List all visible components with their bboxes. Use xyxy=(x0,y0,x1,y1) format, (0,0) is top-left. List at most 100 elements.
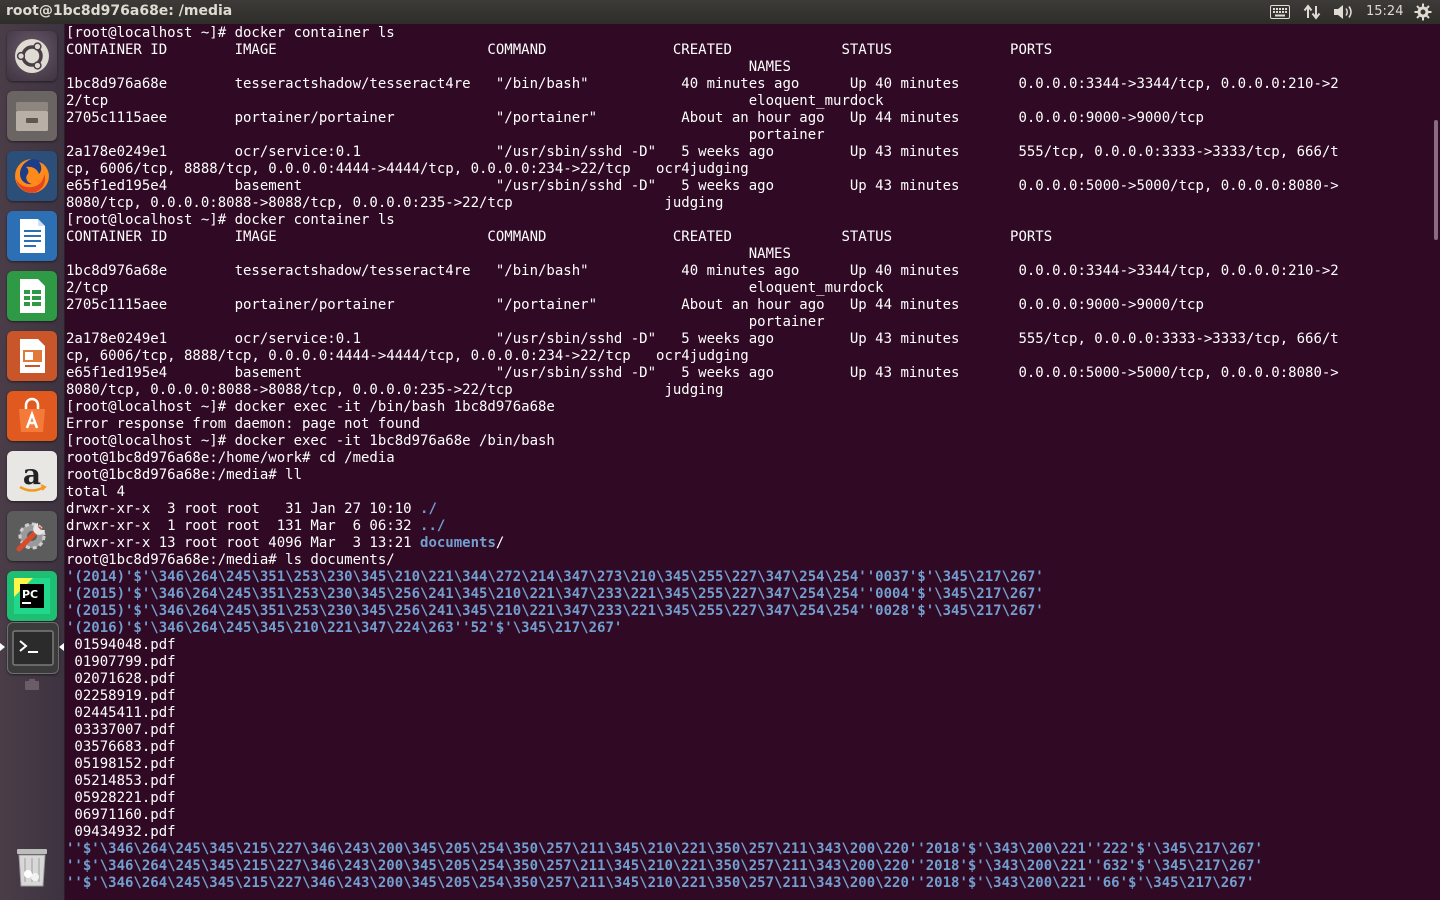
terminal-line: 1bc8d976a68e tesseractshadow/tesseract4r… xyxy=(66,263,1432,280)
launcher-system-settings[interactable] xyxy=(7,511,57,561)
terminal-line-text: 2a178e0249e1 ocr/service:0.1 "/usr/sbin/… xyxy=(66,144,1339,160)
directory-entry: ''$'\346\264\245\345\215\227\346\243\200… xyxy=(66,858,1263,874)
pycharm-icon: PC xyxy=(14,578,50,614)
directory-entry: '(2015)'$'\346\264\245\351\253\230\345\2… xyxy=(66,603,1044,619)
terminal-focused-indicator xyxy=(59,643,64,651)
settings-gear-icon[interactable] xyxy=(1412,0,1434,24)
window-title: root@1bc8d976a68e: /media xyxy=(6,3,233,19)
terminal-line: ''$'\346\264\245\345\215\227\346\243\200… xyxy=(66,875,1432,892)
terminal-line-text: portainer xyxy=(66,314,825,330)
launcher-ubuntu-software[interactable] xyxy=(7,391,57,441)
terminal-line: 01907799.pdf xyxy=(66,654,1432,671)
terminal-line-text: cp, 6006/tcp, 8888/tcp, 0.0.0.0:4444->44… xyxy=(66,348,749,364)
clock[interactable]: 15:24 xyxy=(1366,4,1403,19)
terminal-line-text: 2705c1115aee portainer/portainer "/porta… xyxy=(66,110,1204,126)
launcher-terminal[interactable] xyxy=(7,622,59,674)
terminal-line-text: 2705c1115aee portainer/portainer "/porta… xyxy=(66,297,1204,313)
terminal-line: ''$'\346\264\245\345\215\227\346\243\200… xyxy=(66,841,1432,858)
terminal-line: drwxr-xr-x 1 root root 131 Mar 6 06:32 .… xyxy=(66,518,1432,535)
terminal-line: e65f1ed195e4 basement "/usr/sbin/sshd -D… xyxy=(66,365,1432,382)
terminal-line: 03576683.pdf xyxy=(66,739,1432,756)
terminal-line-text: NAMES xyxy=(66,59,791,75)
terminal-line-text: 06971160.pdf xyxy=(66,807,176,823)
terminal-line: [root@localhost ~]# docker exec -it 1bc8… xyxy=(66,433,1432,450)
terminal-line-text: 02445411.pdf xyxy=(66,705,176,721)
terminal-line: 03337007.pdf xyxy=(66,722,1432,739)
directory-suffix: / xyxy=(495,535,505,551)
terminal-line-text: NAMES xyxy=(66,246,791,262)
launcher-firefox[interactable] xyxy=(7,151,57,201)
terminal-line-text: 1bc8d976a68e tesseractshadow/tesseract4r… xyxy=(66,76,1339,92)
terminal-line-text: 09434932.pdf xyxy=(66,824,176,840)
terminal-line-text: 2/tcp eloquent_murdock xyxy=(66,93,884,109)
directory-entry: '(2015)'$'\346\264\245\351\253\230\345\2… xyxy=(66,586,1044,602)
launcher-libreoffice-writer[interactable] xyxy=(7,211,57,261)
launcher-libreoffice-calc[interactable] xyxy=(7,271,57,321)
terminal-line: drwxr-xr-x 13 root root 4096 Mar 3 13:21… xyxy=(66,535,1432,552)
network-arrows-icon[interactable] xyxy=(1301,0,1323,24)
launcher-pycharm[interactable]: PC xyxy=(7,571,57,621)
terminal-line: e65f1ed195e4 basement "/usr/sbin/sshd -D… xyxy=(66,178,1432,195)
terminal-line-text: 02258919.pdf xyxy=(66,688,176,704)
software-bag-icon xyxy=(19,397,45,432)
terminal-line-text: 01594048.pdf xyxy=(66,637,176,653)
terminal-output[interactable]: [root@localhost ~]# docker container ls C… xyxy=(66,25,1432,900)
terminal-line-text: e65f1ed195e4 basement "/usr/sbin/sshd -D… xyxy=(66,365,1339,381)
amazon-icon: a xyxy=(19,458,47,492)
directory-entry: '(2014)'$'\346\264\245\351\253\230\345\2… xyxy=(66,569,1044,585)
launcher-ubuntu-dash[interactable] xyxy=(7,31,57,81)
launcher-files[interactable] xyxy=(7,91,57,141)
keyboard-icon[interactable] xyxy=(1268,0,1292,24)
terminal-line-text: 02071628.pdf xyxy=(66,671,176,687)
terminal-line-text: root@1bc8d976a68e:/media# ls documents/ xyxy=(66,552,395,568)
terminal-line: 09434932.pdf xyxy=(66,824,1432,841)
terminal-line: 2/tcp eloquent_murdock xyxy=(66,280,1432,297)
volume-icon[interactable] xyxy=(1332,0,1356,24)
terminal-line: root@1bc8d976a68e:/media# ll xyxy=(66,467,1432,484)
impress-presentation-icon xyxy=(20,339,45,373)
launcher-trash[interactable] xyxy=(7,841,57,891)
terminal-line: 05214853.pdf xyxy=(66,773,1432,790)
terminal-line: Error response from daemon: page not fou… xyxy=(66,416,1432,433)
terminal-line-text: 2a178e0249e1 ocr/service:0.1 "/usr/sbin/… xyxy=(66,331,1339,347)
terminal-line-text: root@1bc8d976a68e:/media# ll xyxy=(66,467,303,483)
launcher-amazon[interactable]: a xyxy=(7,451,57,501)
terminal-line: root@1bc8d976a68e:/media# ls documents/ xyxy=(66,552,1432,569)
terminal-line: 2a178e0249e1 ocr/service:0.1 "/usr/sbin/… xyxy=(66,331,1432,348)
workspace-icon xyxy=(24,676,40,690)
directory-entry: ../ xyxy=(420,518,446,534)
terminal-line: 05198152.pdf xyxy=(66,756,1432,773)
terminal-line-text: 8080/tcp, 0.0.0.0:8088->8088/tcp, 0.0.0.… xyxy=(66,195,724,211)
terminal-line-text: [root@localhost ~]# docker container ls xyxy=(66,25,395,41)
terminal-line: total 4 xyxy=(66,484,1432,501)
terminal-scrollbar[interactable] xyxy=(1434,120,1438,240)
terminal-line-text: total 4 xyxy=(66,484,126,500)
terminal-line: NAMES xyxy=(66,59,1432,76)
terminal-line: cp, 6006/tcp, 8888/tcp, 0.0.0.0:4444->44… xyxy=(66,348,1432,365)
terminal-line: 2a178e0249e1 ocr/service:0.1 "/usr/sbin/… xyxy=(66,144,1432,161)
terminal-line: 8080/tcp, 0.0.0.0:8088->8088/tcp, 0.0.0.… xyxy=(66,195,1432,212)
terminal-line: 01594048.pdf xyxy=(66,637,1432,654)
calc-spreadsheet-icon xyxy=(20,279,45,313)
terminal-line-text: 05928221.pdf xyxy=(66,790,176,806)
directory-entry: ''$'\346\264\245\345\215\227\346\243\200… xyxy=(66,841,1263,857)
terminal-line: 2/tcp eloquent_murdock xyxy=(66,93,1432,110)
terminal-line-text: [root@localhost ~]# docker exec -it /bin… xyxy=(66,399,555,415)
terminal-line: '(2014)'$'\346\264\245\351\253\230\345\2… xyxy=(66,569,1432,586)
terminal-line-text: drwxr-xr-x 13 root root 4096 Mar 3 13:21 xyxy=(66,535,421,551)
trash-icon xyxy=(17,849,47,887)
terminal-line-text: 05198152.pdf xyxy=(66,756,176,772)
terminal-line: 8080/tcp, 0.0.0.0:8088->8088/tcp, 0.0.0.… xyxy=(66,382,1432,399)
terminal-line: NAMES xyxy=(66,246,1432,263)
terminal-line: CONTAINER ID IMAGE COMMAND CREATED STATU… xyxy=(66,229,1432,246)
directory-entry: documents xyxy=(420,535,496,551)
terminal-line-text: portainer xyxy=(66,127,825,143)
terminal-line: ''$'\346\264\245\345\215\227\346\243\200… xyxy=(66,858,1432,875)
terminal-line-text: 03337007.pdf xyxy=(66,722,176,738)
ubuntu-logo-icon xyxy=(15,39,49,73)
terminal-line-text: CONTAINER ID IMAGE COMMAND CREATED STATU… xyxy=(66,229,1053,245)
launcher-libreoffice-impress[interactable] xyxy=(7,331,57,381)
file-cabinet-icon xyxy=(16,102,48,131)
terminal-line-text: CONTAINER ID IMAGE COMMAND CREATED STATU… xyxy=(66,42,1053,58)
terminal-line-text: Error response from daemon: page not fou… xyxy=(66,416,421,432)
